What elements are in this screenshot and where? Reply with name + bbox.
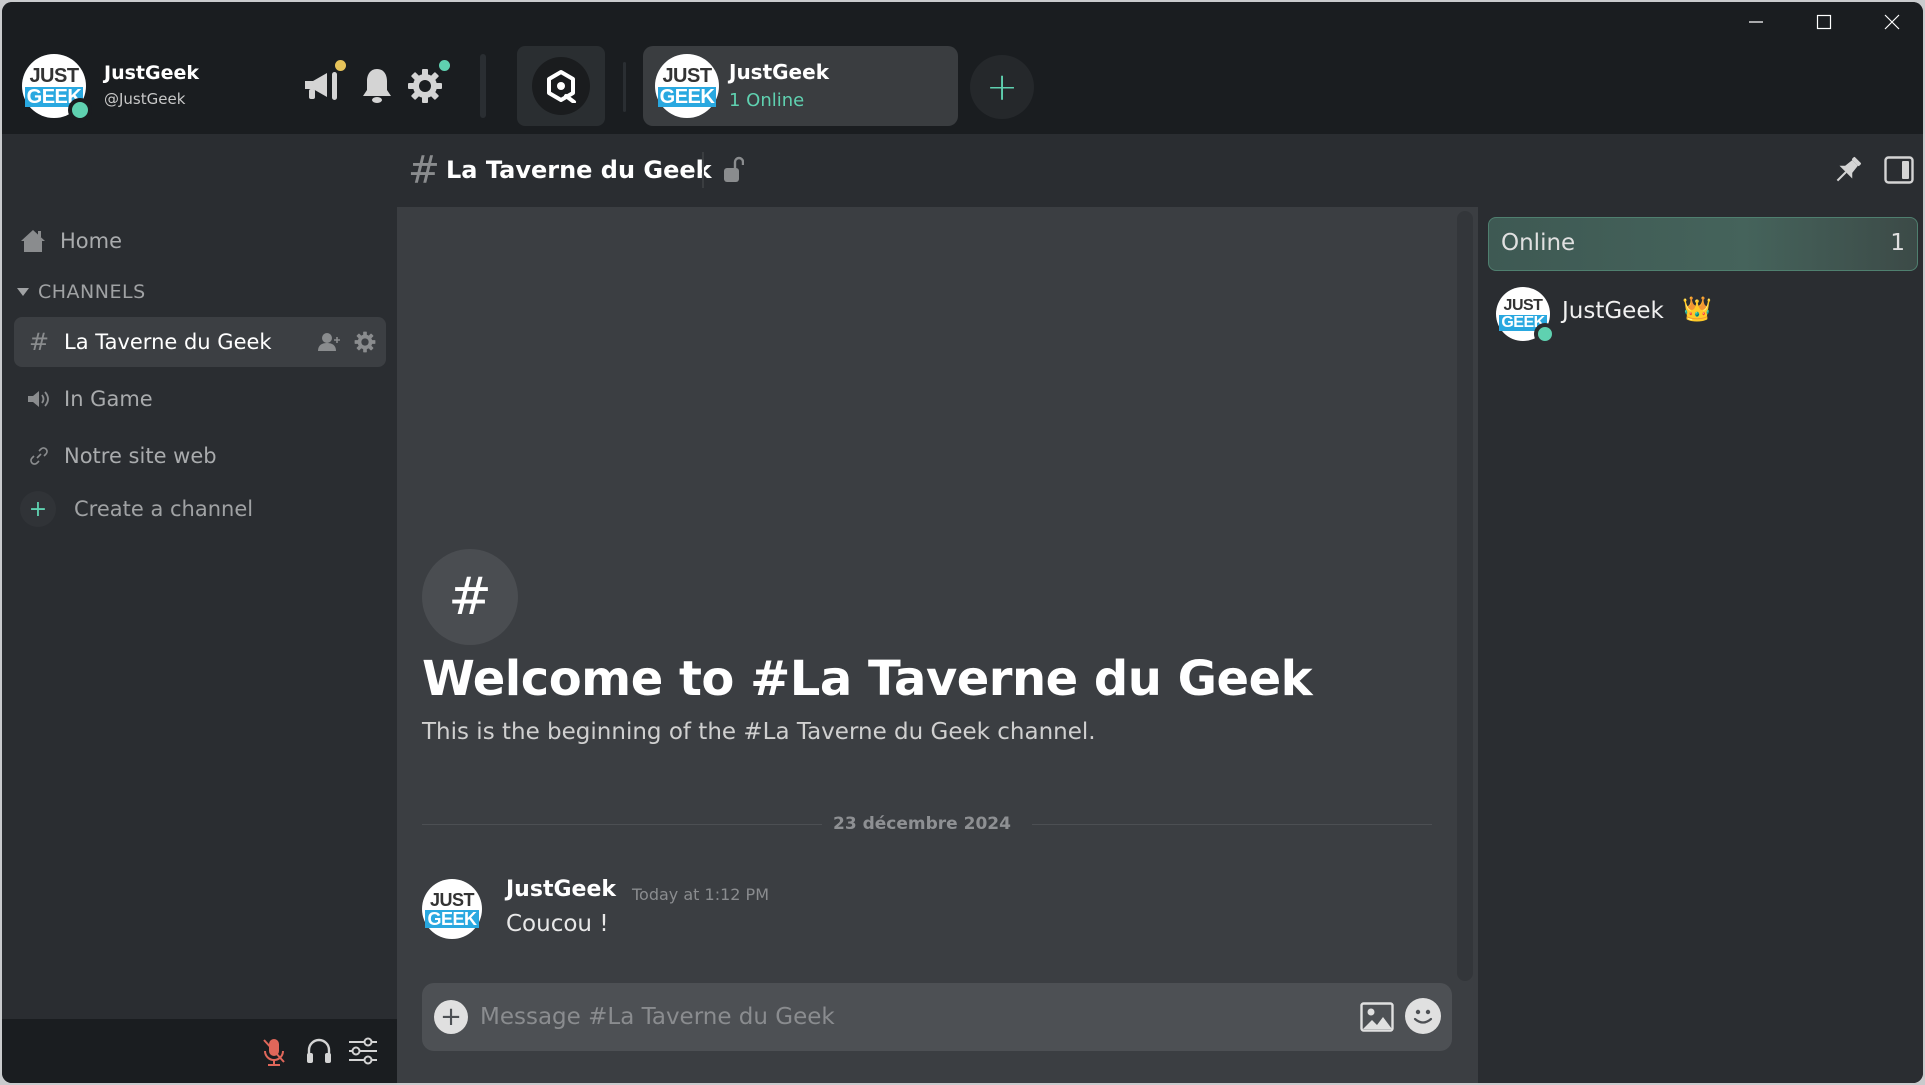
member-name: JustGeek [1562,298,1664,324]
message-text: Coucou ! [506,911,609,937]
message-avatar[interactable]: JUST GEEK [422,879,482,939]
channel-title: La Taverne du Geek [446,156,712,184]
plus-icon: + [986,65,1018,109]
create-channel-label: Create a channel [74,497,254,521]
bell-icon [363,69,391,103]
server-name: JustGeek [729,60,829,84]
sidebar-channel-notre-site-web[interactable]: Notre site web [14,431,386,481]
channel-settings-icon[interactable] [354,331,376,353]
user-handle: @JustGeek [104,90,186,108]
close-button[interactable] [1858,2,1923,42]
explore-button[interactable] [517,46,605,126]
image-icon [1360,1002,1394,1032]
avatar-text-top: JUST [662,64,712,87]
emoji-button[interactable] [1405,998,1441,1034]
explore-icon [547,70,576,103]
server-avatar: JUST GEEK [655,54,719,118]
message: JUST GEEK JustGeek Today at 1:12 PM Couc… [422,873,1422,943]
attach-plus-button[interactable]: + [434,1000,468,1034]
server-online-count: 1 Online [729,90,805,111]
hash-icon: # [28,328,50,356]
settings-button[interactable] [406,60,450,106]
welcome-subtitle: This is the beginning of the #La Taverne… [422,719,1096,745]
plus-icon: + [20,491,56,527]
voice-controls-bar [2,1019,397,1083]
avatar-text-top: JUST [29,64,79,87]
member-item[interactable]: JUST GEEK JustGeek 👑 [1496,283,1896,345]
maximize-button[interactable] [1790,2,1858,42]
top-bar: JUST GEEK JustGeek @JustGeek JUST GEEK J… [2,2,1923,134]
voice-settings-button[interactable] [348,1037,378,1069]
speaker-icon [28,391,49,407]
chevron-down-icon [17,288,29,296]
link-icon [30,447,48,465]
message-input[interactable] [480,995,1340,1039]
user-avatar[interactable]: JUST GEEK [22,54,92,122]
online-group-header[interactable]: Online 1 [1488,217,1918,271]
settings-badge [439,60,450,71]
channel-hash-icon: # [422,549,518,645]
sidebar-channel-in-game[interactable]: In Game [14,374,386,424]
channel-header: # La Taverne du Geek [2,134,1923,207]
avatar-text-bottom: GEEK [425,908,479,929]
group-label: Online [1501,230,1576,256]
toggle-member-panel-icon[interactable] [1884,156,1914,188]
sliders-icon [349,1037,377,1065]
close-icon [1884,14,1900,30]
invite-user-icon[interactable] [318,332,342,352]
create-channel-button[interactable]: + Create a channel [20,491,253,527]
mute-microphone-button[interactable] [262,1037,286,1071]
divider [480,54,486,118]
sidebar-item-home[interactable]: Home [20,229,122,253]
sidebar-item-label: Home [60,229,123,253]
crown-icon: 👑 [1682,295,1712,323]
channel-sidebar: Home CHANNELS # La Taverne du Geek In Ga… [2,207,397,1019]
welcome-title: Welcome to #La Taverne du Geek [422,651,1313,707]
message-timestamp: Today at 1:12 PM [632,885,769,904]
avatar-text-bottom: GEEK [657,85,717,108]
maximize-icon [1816,14,1832,30]
online-status-dot [1534,323,1556,345]
sidebar-channel-la-taverne-du-geek[interactable]: # La Taverne du Geek [14,317,386,367]
hash-icon: # [408,148,440,192]
home-icon [21,230,45,252]
date-divider: 23 décembre 2024 [422,812,1432,838]
headphones-icon [307,1038,331,1063]
divider [623,62,626,112]
user-display-name: JustGeek [104,62,199,84]
microphone-muted-icon [263,1039,285,1066]
gear-icon [408,69,442,103]
channel-label: Notre site web [64,444,217,468]
image-upload-button[interactable] [1360,1002,1394,1036]
message-author[interactable]: JustGeek [506,877,616,902]
minimize-button[interactable] [1722,2,1790,42]
channel-label: In Game [64,387,153,411]
message-composer: + [422,983,1452,1051]
announcements-badge [335,60,346,71]
channel-label: La Taverne du Geek [64,330,272,354]
app-window: JUST GEEK JustGeek @JustGeek JUST GEEK J… [2,2,1923,1083]
chat-scrollbar[interactable] [1457,211,1473,981]
section-label: CHANNELS [38,281,146,303]
smiley-icon [1413,1009,1433,1024]
announcements-button[interactable] [302,60,346,106]
member-avatar: JUST GEEK [1496,287,1556,345]
divider [702,152,704,188]
group-count: 1 [1890,230,1905,256]
add-server-button[interactable]: + [970,55,1034,119]
member-list-panel: Online 1 JUST GEEK JustGeek 👑 [1478,207,1923,1083]
divider-line [1032,824,1432,825]
server-card[interactable]: JUST GEEK JustGeek 1 Online [643,46,958,126]
online-status-dot [68,98,92,122]
megaphone-icon [305,72,337,100]
unlock-icon[interactable] [722,156,745,188]
channels-section-header[interactable]: CHANNELS [16,281,146,303]
pin-icon[interactable] [1832,154,1864,190]
deafen-button[interactable] [306,1037,332,1069]
chat-area: # Welcome to #La Taverne du Geek This is… [397,207,1478,1083]
notifications-button[interactable] [360,66,394,106]
minimize-icon [1749,21,1763,23]
avatar-text-top: JUST [429,889,475,910]
avatar-text-top: JUST [1503,296,1543,314]
